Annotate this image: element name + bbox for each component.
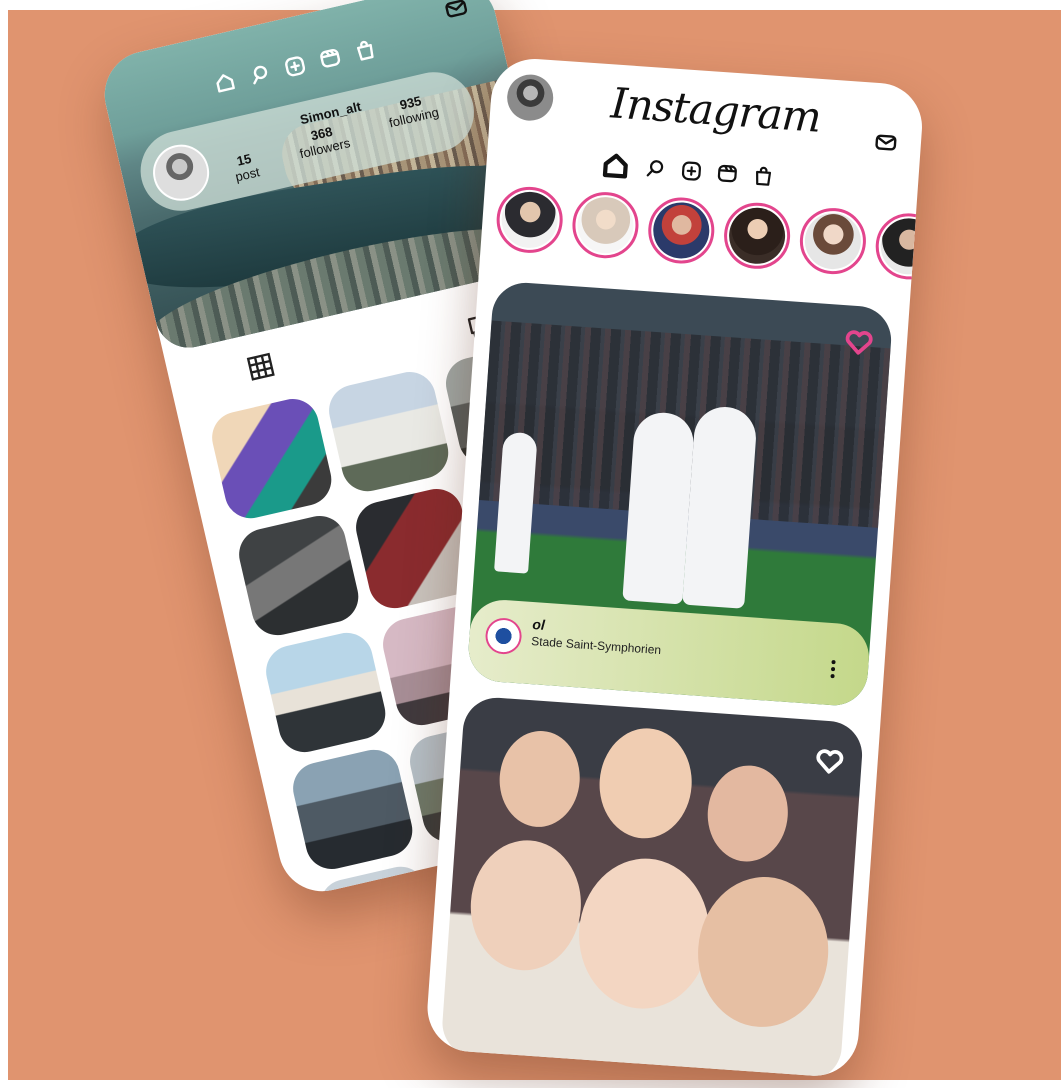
grid-post[interactable] (233, 510, 364, 641)
add-icon[interactable] (680, 159, 703, 182)
grid-post[interactable] (260, 627, 391, 758)
account-logo (486, 619, 521, 654)
mail-icon[interactable] (874, 131, 897, 154)
feed-phone: Instagram ol Stade Saint-Symphorien (424, 56, 925, 1079)
grid-post[interactable] (287, 744, 418, 875)
story-photo (727, 205, 787, 266)
feed-nav-bar (600, 150, 776, 192)
post-photo-face (693, 872, 834, 1032)
heart-icon[interactable] (813, 744, 847, 778)
post-location[interactable]: Stade Saint-Symphorien (531, 634, 662, 657)
feed-post[interactable] (440, 695, 865, 1079)
stat-following[interactable]: 935 following (384, 90, 441, 130)
story-avatar[interactable] (646, 195, 717, 266)
story-avatar[interactable] (797, 205, 869, 277)
story-photo (803, 211, 863, 271)
grid-post[interactable] (206, 393, 337, 524)
canvas: Simon_alt 15 post 368 followers 935 foll… (0, 0, 1061, 1088)
shop-icon[interactable] (352, 37, 378, 63)
story-avatar[interactable] (721, 200, 793, 272)
story-photo (499, 190, 560, 250)
heart-icon[interactable] (842, 325, 876, 359)
home-icon[interactable] (600, 150, 632, 182)
story-avatar[interactable] (494, 184, 565, 256)
home-icon[interactable] (212, 69, 238, 95)
post-photo-face (574, 854, 715, 1013)
feed-post[interactable]: ol Stade Saint-Symphorien (466, 280, 894, 708)
my-avatar[interactable] (505, 73, 555, 123)
post-caption-bar: ol Stade Saint-Symphorien (466, 597, 872, 708)
story-photo (575, 195, 636, 256)
grid-post[interactable] (323, 366, 454, 497)
grid-icon[interactable] (244, 350, 278, 384)
story-photo (651, 200, 712, 261)
add-icon[interactable] (282, 53, 308, 79)
post-account-avatar[interactable] (484, 616, 523, 656)
post-photo-player (682, 404, 758, 609)
more-options-icon[interactable] (829, 659, 836, 679)
story-avatar[interactable] (570, 189, 641, 261)
profile-avatar[interactable] (147, 139, 215, 207)
search-icon[interactable] (644, 157, 667, 180)
post-photo-face (466, 836, 586, 974)
post-photo-face (595, 725, 696, 842)
post-photo-face (496, 728, 583, 830)
post-account-name[interactable]: ol (532, 616, 546, 633)
stat-posts[interactable]: 15 post (230, 150, 261, 185)
reels-icon[interactable] (716, 162, 739, 185)
search-icon[interactable] (247, 61, 273, 87)
post-photo-face (704, 762, 792, 865)
mail-icon[interactable] (443, 0, 469, 22)
shop-icon[interactable] (752, 164, 775, 187)
app-logo: Instagram (609, 78, 823, 142)
reels-icon[interactable] (317, 45, 343, 71)
profile-nav-bar (212, 37, 379, 96)
